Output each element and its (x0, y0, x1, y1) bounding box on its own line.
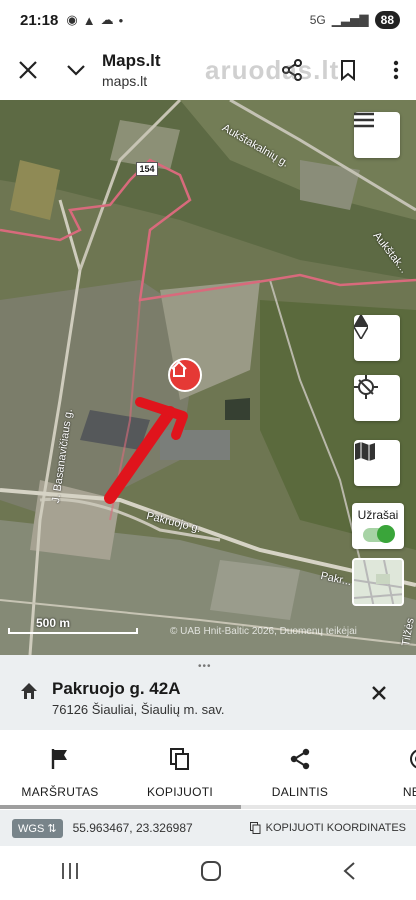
place-address: 76126 Šiauliai, Šiaulių m. sav. (52, 702, 225, 717)
close-panel-button[interactable] (372, 683, 386, 706)
more-vertical-icon (393, 60, 399, 80)
my-location-button[interactable] (354, 375, 400, 421)
nearby-button[interactable]: NETO (360, 730, 416, 810)
copy-button[interactable]: KOPIJUOTI (120, 730, 240, 810)
compass-icon (354, 315, 368, 339)
place-name: Pakruojo g. 42A (52, 679, 181, 698)
coordinates-bar: WGS ⇅ 55.963467, 23.326987 KOPIJUOTI KOO… (0, 810, 416, 846)
copy-coordinates-button[interactable]: KOPIJUOTI KOORDINATES (249, 822, 406, 834)
signal-icon: ▁▃▅▇ (331, 13, 369, 27)
watermark-logo: aruodas.lt (205, 55, 340, 85)
flag-icon (51, 749, 67, 769)
status-time: 21:18 (20, 11, 59, 29)
recents-icon (62, 862, 78, 879)
minimap-graphic (354, 560, 402, 604)
network-label: 5G (309, 13, 326, 27)
chevron-down-icon (67, 65, 85, 76)
nearby-icon (410, 749, 416, 769)
notes-switch[interactable] (363, 525, 395, 543)
close-button[interactable] (0, 42, 56, 98)
share-label: DALINTIS (271, 785, 329, 799)
notes-toggle[interactable]: Užrašai (352, 503, 404, 549)
close-icon (372, 686, 386, 700)
scroll-indicator-fill (0, 805, 242, 809)
swap-icon: ⇅ (47, 822, 57, 835)
drag-handle[interactable]: ••• (198, 661, 212, 672)
battery-badge: 88 (374, 11, 400, 29)
menu-button[interactable] (354, 112, 400, 158)
route-button[interactable]: MARŠRUTAS (0, 730, 120, 810)
action-scroll-indicator (0, 805, 416, 809)
hamburger-icon (354, 112, 374, 128)
share-button[interactable]: DALINTIS (240, 730, 360, 810)
gps-crosshair-icon (354, 375, 378, 399)
warning-icon: ▲ (82, 12, 96, 28)
app-notification-icon: ◉ (66, 12, 78, 27)
map-icon (355, 442, 375, 461)
status-bar: 21:18 ◉ ▲ ☁ • 5G ▁▃▅▇ 88 (0, 0, 416, 40)
close-icon (19, 61, 37, 79)
location-marker[interactable] (168, 358, 202, 392)
copy-icon (170, 748, 189, 770)
minimap-thumbnail[interactable] (352, 558, 404, 606)
map-scale: 500 m (8, 616, 138, 634)
dot-icon: • (118, 12, 124, 28)
more-button[interactable] (376, 42, 416, 98)
status-icons: ◉ ▲ ☁ • (66, 12, 123, 28)
recent-apps-button[interactable] (60, 862, 80, 885)
route-label: MARŠRUTAS (21, 785, 99, 799)
nearby-label: NETO (402, 785, 416, 799)
back-button[interactable] (342, 861, 356, 886)
copy-coordinates-label: KOPIJUOTI KOORDINATES (265, 822, 406, 834)
place-info-panel: ••• Pakruojo g. 42A 76126 Šiauliai, Šiau… (0, 655, 416, 730)
home-button[interactable] (200, 860, 222, 887)
back-icon (343, 861, 355, 880)
action-bar: MARŠRUTAS KOPIJUOTI DALINTIS NETO (0, 730, 416, 810)
scale-bar (8, 628, 138, 634)
bookmark-icon (341, 60, 355, 81)
copy-label: KOPIJUOTI (146, 785, 214, 799)
compass-button[interactable] (354, 315, 400, 361)
collapse-button[interactable] (56, 42, 96, 98)
home-icon (171, 360, 187, 377)
home-nav-icon (201, 860, 221, 881)
copy-icon (249, 822, 261, 834)
cloud-icon: ☁ (100, 12, 114, 27)
coordinates-value: 55.963467, 23.326987 (72, 821, 193, 835)
map-view[interactable]: 154 Aukštakalnių g. Aukštak... J. Basana… (0, 100, 416, 655)
home-icon (20, 682, 38, 705)
system-nav-bar (0, 846, 416, 900)
share-icon (290, 748, 310, 770)
coord-system-toggle[interactable]: WGS ⇅ (12, 818, 63, 838)
map-layers-button[interactable] (354, 440, 400, 486)
coord-system-label: WGS (18, 822, 45, 835)
map-copyright: © UAB Hnit-Baltic 2026, Duomenų teikėjai (170, 626, 357, 637)
notes-label: Užrašai (357, 508, 399, 522)
